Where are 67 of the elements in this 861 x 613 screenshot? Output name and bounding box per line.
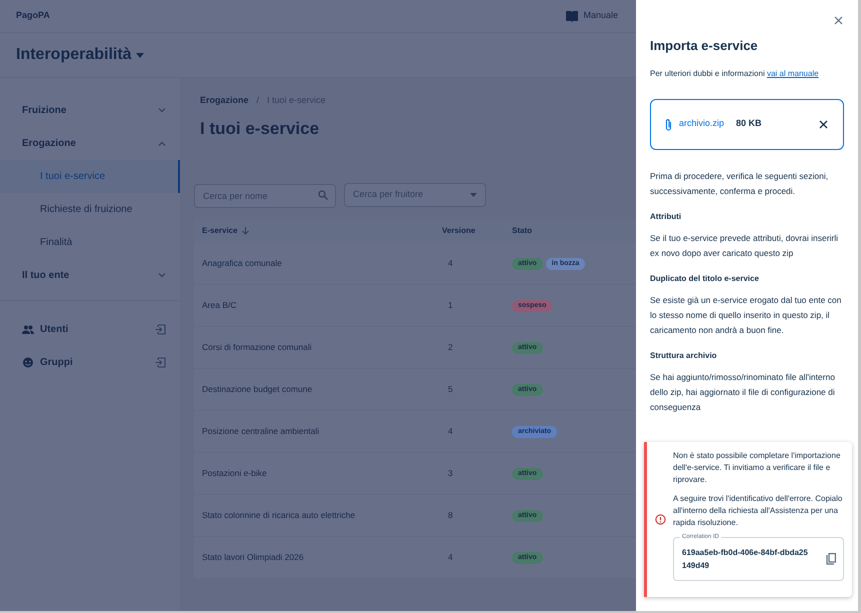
chevron-up-icon xyxy=(158,141,166,146)
sidebar-item[interactable]: Erogazione xyxy=(0,127,180,160)
table-cell-text: Postazioni e-bike xyxy=(202,467,268,480)
table-cell-text: 3 xyxy=(447,467,454,480)
table-cell-text: 4 xyxy=(447,257,454,270)
table-cell-text: 4 xyxy=(447,551,454,564)
section-text: Se esiste già un e-service erogato dal tuo ente con lo stesso nome di quello inserito in questo zip, il caricamento non andrà a buon fine. xyxy=(650,294,842,336)
sidebar-subitem[interactable]: Richieste di fruizione xyxy=(0,193,180,226)
file-name: archivio.zip xyxy=(679,117,724,130)
section-title: Duplicato del titolo e-service xyxy=(650,272,760,284)
table-cell-text: Destinazione budget comune xyxy=(202,383,314,396)
manual-link[interactable]: Manuale xyxy=(583,9,618,23)
error-message: A seguire trovi l'identificativo dell'errore. Copialo all'interno della richiesta all'Assistenza per una rapida risoluzione. xyxy=(673,493,844,529)
copy-button[interactable] xyxy=(825,552,837,566)
table-cell-text: Anagrafica comunale xyxy=(202,257,283,270)
table-cell-text: 1 xyxy=(447,299,454,312)
intro-text: Per ulteriori dubbi e informazioni vai al manuale xyxy=(650,68,820,80)
file-size: 80 KB xyxy=(736,117,762,130)
section-text: Se il tuo e-service prevede attributi, dovrai inserirli ex novo dopo aver caricato questo zip xyxy=(650,232,840,260)
error-icon xyxy=(654,514,666,525)
sidebar-link[interactable]: Gruppi xyxy=(40,355,73,370)
consumer-select[interactable]: Cerca per fruitore xyxy=(344,183,486,207)
table-cell-text: 8 xyxy=(447,509,454,522)
section-text: Se hai aggiunto/rimosso/rinominato file all'interno dello zip, hai aggiornato il file di configurazione di conseguenza xyxy=(650,370,836,414)
section-title: Struttura archivio xyxy=(650,350,718,362)
correlation-id-value: 619aa5eb-fb0d-406e-84bf-dbda25149d49 xyxy=(682,547,809,572)
people-icon xyxy=(22,324,34,335)
search-icon xyxy=(318,190,328,200)
remove-file-button[interactable] xyxy=(817,118,829,130)
paperclip-icon xyxy=(665,118,672,130)
manual-link[interactable]: vai al manuale xyxy=(766,68,819,78)
caret-icon[interactable] xyxy=(136,52,144,58)
sidebar-link[interactable]: Utenti xyxy=(40,322,68,337)
breadcrumb-item[interactable]: Erogazione xyxy=(200,94,249,108)
table-cell-text: Area B/C xyxy=(202,299,238,312)
drawer-title: Importa e-service xyxy=(650,37,759,55)
page-title: I tuoi e-service xyxy=(200,118,320,140)
sidebar-subitem[interactable]: Finalità xyxy=(0,226,180,259)
table-cell-text: Stato lavori Olimpiadi 2026 xyxy=(202,551,305,564)
caret-icon xyxy=(470,193,477,197)
breadcrumb-separator: / xyxy=(256,94,260,107)
book-icon xyxy=(565,10,580,22)
exit-icon[interactable] xyxy=(155,324,166,335)
table-cell-text: Stato colonnine di ricarica auto elettriche xyxy=(202,509,356,522)
name-search-field[interactable]: Cerca per nome xyxy=(194,184,336,208)
table-cell-text: 5 xyxy=(447,383,454,396)
smiley-icon xyxy=(22,357,34,368)
sidebar-item[interactable]: Il tuo ente xyxy=(0,259,180,292)
instructions-text: Prima di procedere, verifica le seguenti sezioni, successivamente, conferma e procedi. xyxy=(650,170,830,198)
sidebar-item[interactable]: Fruizione xyxy=(0,94,180,127)
column-header[interactable]: E-service xyxy=(202,225,238,237)
product-title[interactable]: Interoperabilità xyxy=(16,43,132,67)
table-cell-text: Posizione centraline ambientali xyxy=(202,425,320,438)
error-message: Non è stato possibile completare l'importazione dell'e-service. Ti invitiamo a verificare il file e riprovare. xyxy=(673,450,842,486)
close-button[interactable] xyxy=(832,14,844,26)
table-cell-text: 2 xyxy=(447,341,454,354)
exit-icon[interactable] xyxy=(155,357,166,368)
chevron-down-icon xyxy=(158,273,166,278)
column-header[interactable]: Stato xyxy=(512,225,532,237)
chevron-down-icon xyxy=(158,108,166,113)
brand-label: PagoPA xyxy=(16,9,50,22)
table-cell-text: 4 xyxy=(447,425,454,438)
column-header[interactable]: Versione xyxy=(442,225,476,237)
sidebar-subitem[interactable]: I tuoi e-service xyxy=(0,160,180,193)
sort-arrow-icon[interactable] xyxy=(242,227,249,235)
table-cell-text: Corsi di formazione comunali xyxy=(202,341,313,354)
section-title: Attributi xyxy=(650,210,682,222)
